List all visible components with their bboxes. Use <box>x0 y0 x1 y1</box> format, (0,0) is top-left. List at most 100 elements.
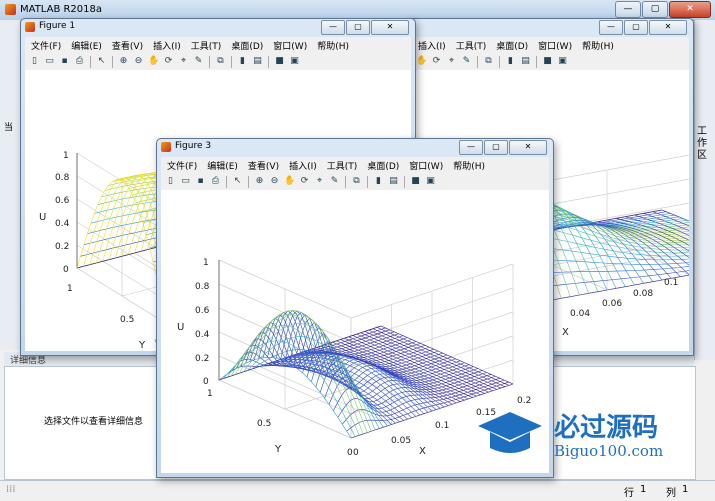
fig3-print-icon[interactable]: ⎙ <box>210 176 221 187</box>
close-button[interactable]: ✕ <box>669 1 711 18</box>
fig1-menu-insert[interactable]: 插入(I) <box>153 39 181 52</box>
fig1-new-icon[interactable]: ▯ <box>29 56 40 67</box>
fig1-minimize-button[interactable]: — <box>321 20 345 35</box>
workspace-panel-strip[interactable] <box>694 20 715 360</box>
fig3-menu-file[interactable]: 文件(F) <box>167 159 197 172</box>
fig3-open-icon[interactable]: ▭ <box>180 176 191 187</box>
fig1-hide-tools-icon[interactable]: ■ <box>274 56 285 67</box>
fig1-menu-edit[interactable]: 编辑(E) <box>71 39 102 52</box>
fig3-menu-window[interactable]: 窗口(W) <box>409 159 443 172</box>
fig1-close-button[interactable]: ✕ <box>371 20 409 35</box>
fig2-menu-tools[interactable]: 工具(T) <box>456 39 487 52</box>
fig3-x-label: X <box>419 446 426 457</box>
fig2-datatip-icon[interactable]: ⌖ <box>446 56 457 67</box>
fig1-save-icon[interactable]: ▪ <box>59 56 70 67</box>
fig1-menubar: 文件(F) 编辑(E) 查看(V) 插入(I) 工具(T) 桌面(D) 窗口(W… <box>25 37 411 54</box>
fig2-legend-icon[interactable]: ▤ <box>520 56 531 67</box>
fig3-z-label: U <box>177 322 184 333</box>
fig2-x-tick-3: 0.08 <box>633 289 653 299</box>
fig1-brush-icon[interactable]: ✎ <box>193 56 204 67</box>
fig2-x-tick-2: 0.06 <box>602 299 622 309</box>
fig1-colorbar-icon[interactable]: ▮ <box>237 56 248 67</box>
fig3-pan-icon[interactable]: ✋ <box>284 176 295 187</box>
fig2-menu-help[interactable]: 帮助(H) <box>582 39 614 52</box>
fig3-new-icon[interactable]: ▯ <box>165 176 176 187</box>
fig3-legend-icon[interactable]: ▤ <box>388 176 399 187</box>
fig3-rotate-icon[interactable]: ⟳ <box>299 176 310 187</box>
fig1-pan-icon[interactable]: ✋ <box>148 56 159 67</box>
fig3-y-tick-1: 1 <box>207 389 213 399</box>
fig2-menu-desktop[interactable]: 桌面(D) <box>496 39 528 52</box>
fig3-datatip-icon[interactable]: ⌖ <box>314 176 325 187</box>
fig1-open-icon[interactable]: ▭ <box>44 56 55 67</box>
fig2-minimize-button[interactable]: — <box>599 20 623 35</box>
fig1-z-tick-1: 0.2 <box>55 242 69 252</box>
fig3-close-button[interactable]: ✕ <box>509 140 547 155</box>
fig1-legend-icon[interactable]: ▤ <box>252 56 263 67</box>
fig3-z-tick-3: 0.6 <box>195 306 210 316</box>
fig1-datatip-icon[interactable]: ⌖ <box>178 56 189 67</box>
fig3-menu-help[interactable]: 帮助(H) <box>453 159 485 172</box>
fig3-menu-desktop[interactable]: 桌面(D) <box>367 159 399 172</box>
fig3-hide-tools-icon[interactable]: ■ <box>410 176 421 187</box>
fig2-menu-insert[interactable]: 插入(I) <box>418 39 446 52</box>
fig3-menu-tools[interactable]: 工具(T) <box>327 159 358 172</box>
fig2-hide-tools-icon[interactable]: ■ <box>542 56 553 67</box>
fig1-menu-desktop[interactable]: 桌面(D) <box>231 39 263 52</box>
fig3-matlab-icon <box>161 142 171 152</box>
fig2-brush-icon[interactable]: ✎ <box>461 56 472 67</box>
fig3-save-icon[interactable]: ▪ <box>195 176 206 187</box>
fig2-link-icon[interactable]: ⧉ <box>483 56 494 67</box>
fig1-zoom-in-icon[interactable]: ⊕ <box>118 56 129 67</box>
fig2-close-button[interactable]: ✕ <box>649 20 687 35</box>
fig3-toolbar: ▯ ▭ ▪ ⎙ ↖ ⊕ ⊖ ✋ ⟳ ⌖ ✎ ⧉ ▮ ▤ ■ ▣ <box>161 173 549 191</box>
workspace-tab[interactable]: 工作区 <box>697 126 711 162</box>
left-panel-strip: 当 <box>0 20 21 350</box>
fig1-zoom-out-icon[interactable]: ⊖ <box>133 56 144 67</box>
fig3-menu-view[interactable]: 查看(V) <box>248 159 279 172</box>
fig1-rotate-icon[interactable]: ⟳ <box>163 56 174 67</box>
fig1-z-label: U <box>39 212 46 223</box>
minimize-button[interactable]: — <box>615 1 641 18</box>
fig3-brush-icon[interactable]: ✎ <box>329 176 340 187</box>
fig3-menu-insert[interactable]: 插入(I) <box>289 159 317 172</box>
fig3-zoom-out-icon[interactable]: ⊖ <box>269 176 280 187</box>
fig1-menu-file[interactable]: 文件(F) <box>31 39 61 52</box>
fig3-z-tick-0: 0 <box>203 377 209 387</box>
fig1-show-tools-icon[interactable]: ▣ <box>289 56 300 67</box>
fig2-x-tick-4: 0.1 <box>664 278 678 288</box>
fig2-show-tools-icon[interactable]: ▣ <box>557 56 568 67</box>
fig2-colorbar-icon[interactable]: ▮ <box>505 56 516 67</box>
matlab-title: MATLAB R2018a <box>20 4 103 15</box>
fig3-colorbar-icon[interactable]: ▮ <box>373 176 384 187</box>
left-strip-label: 当 <box>4 123 14 133</box>
fig1-menu-help[interactable]: 帮助(H) <box>317 39 349 52</box>
fig3-x-tick-2: 0.1 <box>435 421 449 431</box>
fig2-menu-window[interactable]: 窗口(W) <box>538 39 572 52</box>
fig2-x-tick-1: 0.04 <box>570 309 590 319</box>
fig1-z-tick-4: 0.8 <box>55 173 70 183</box>
fig2-pan-icon[interactable]: ✋ <box>416 56 427 67</box>
fig3-show-tools-icon[interactable]: ▣ <box>425 176 436 187</box>
fig1-link-icon[interactable]: ⧉ <box>215 56 226 67</box>
fig1-maximize-button[interactable]: ▢ <box>346 20 370 35</box>
fig3-minimize-button[interactable]: — <box>459 140 483 155</box>
status-bar: ⁞⁞⁞ 行 1 列 1 <box>0 480 715 501</box>
fig1-menu-window[interactable]: 窗口(W) <box>273 39 307 52</box>
fig1-z-tick-2: 0.4 <box>55 219 70 229</box>
fig1-menu-tools[interactable]: 工具(T) <box>191 39 222 52</box>
fig3-zoom-in-icon[interactable]: ⊕ <box>254 176 265 187</box>
fig2-rotate-icon[interactable]: ⟳ <box>431 56 442 67</box>
fig1-pointer-icon[interactable]: ↖ <box>96 56 107 67</box>
maximize-button[interactable]: ▢ <box>642 1 668 18</box>
fig1-matlab-icon <box>25 22 35 32</box>
fig1-menu-view[interactable]: 查看(V) <box>112 39 143 52</box>
fig3-menu-edit[interactable]: 编辑(E) <box>207 159 238 172</box>
watermark-graphic: 必过源码 Biguo100.com <box>478 412 663 460</box>
fig2-maximize-button[interactable]: ▢ <box>624 20 648 35</box>
fig3-pointer-icon[interactable]: ↖ <box>232 176 243 187</box>
col-label: 列 <box>666 488 676 499</box>
fig1-print-icon[interactable]: ⎙ <box>74 56 85 67</box>
fig3-maximize-button[interactable]: ▢ <box>484 140 508 155</box>
fig3-link-icon[interactable]: ⧉ <box>351 176 362 187</box>
